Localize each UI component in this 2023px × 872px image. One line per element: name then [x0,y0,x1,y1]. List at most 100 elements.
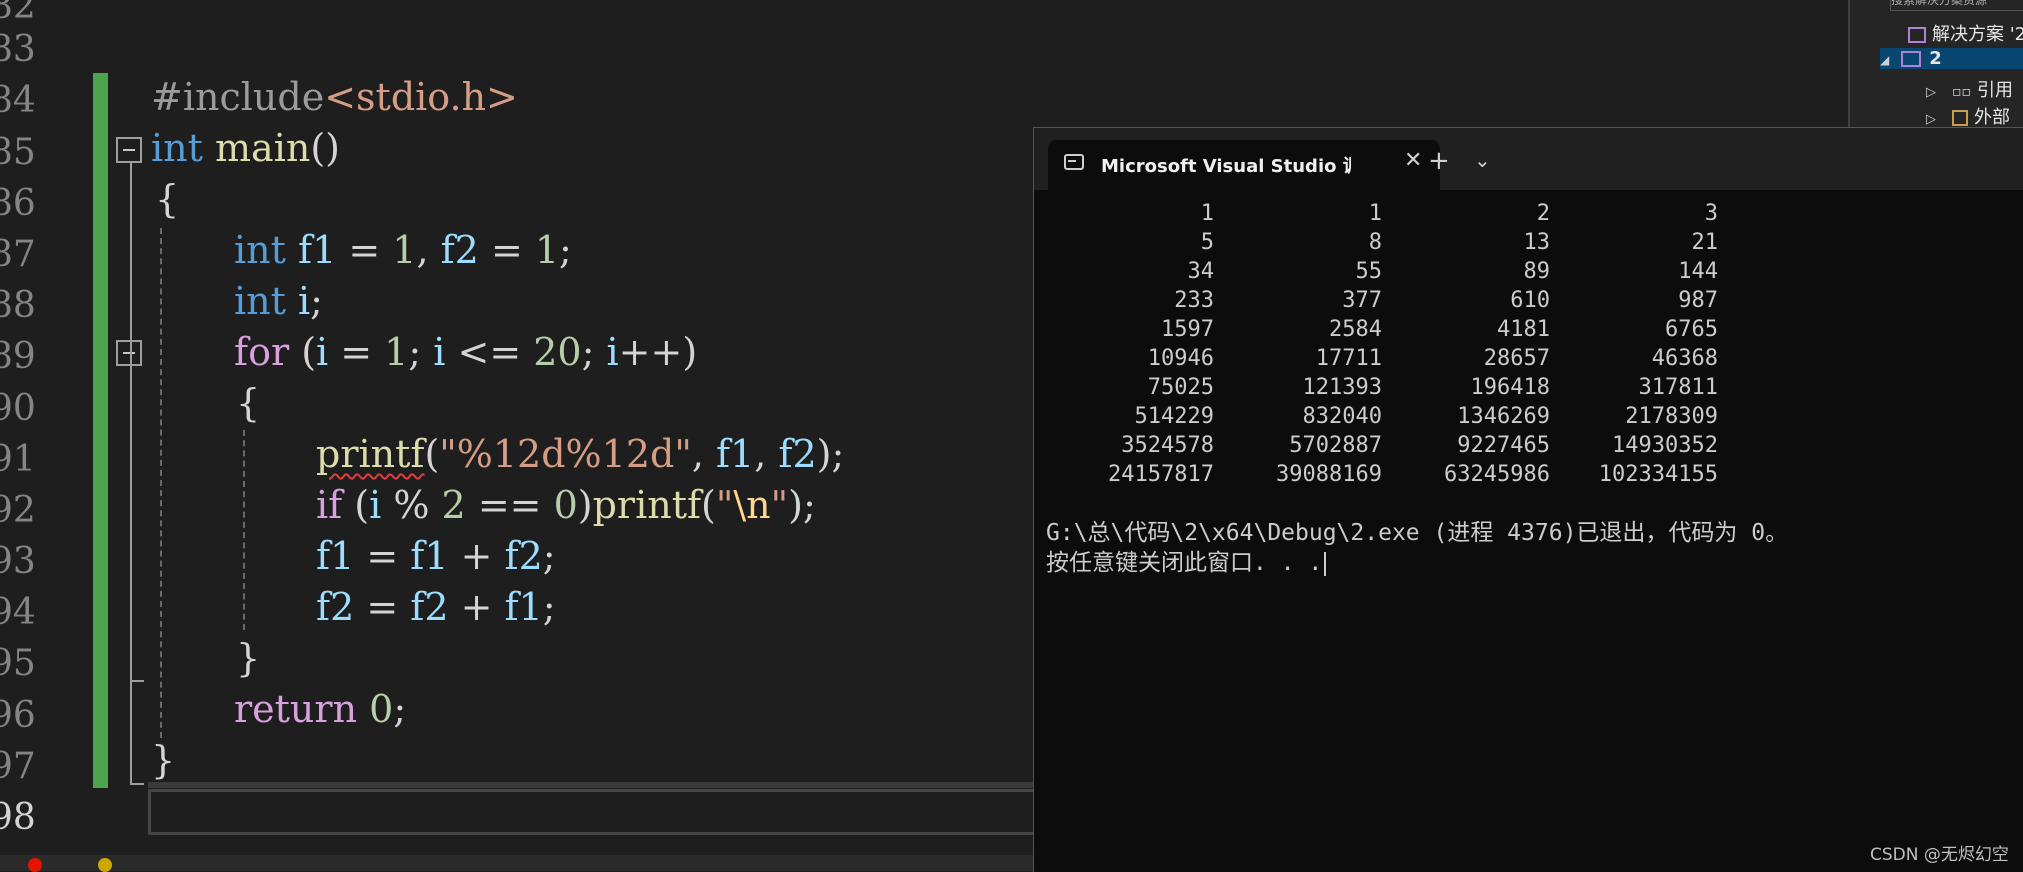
references-node[interactable]: ▷ ▫▫ 引用 [1926,76,2013,102]
console-output-cell: 46368 [1651,346,1718,371]
variable: f1 [504,585,543,629]
warning-icon[interactable] [98,858,112,872]
variable: i [433,330,446,374]
console-output-row: 24157817 39088169 63245986 102334155 [1046,460,1718,489]
console-output-cell: 89 [1523,259,1551,284]
console-output-cell: 514229 [1134,404,1214,429]
include-header: <stdio.h> [324,75,518,119]
punctuation: ; [542,534,556,578]
line-number: 91 [0,439,36,480]
debug-console-window[interactable]: Microsoft Visual Studio 调试控制台 ✕ + ⌄ 1123… [1033,127,2023,872]
collapse-triangle-icon: ▷ [1926,112,1936,127]
console-output-cell: 5702887 [1289,433,1382,458]
indent-guide [160,228,162,738]
operator: % [381,483,442,527]
console-titlebar[interactable]: Microsoft Visual Studio 调试控制台 ✕ [1034,128,2023,190]
console-output-cell: 28657 [1483,346,1550,371]
change-indicator-bar [93,73,108,788]
variable: f2 [410,585,449,629]
folder-icon [1952,110,1968,126]
fibonacci-output: 1 1 2 3 5 8 13 21 34 55 89 144 233 377 610 987 1597 2584 4… [1046,199,1718,489]
variable: f1 [410,534,449,578]
punctuation: ) [577,483,593,527]
punctuation: ; [542,585,556,629]
console-output-cell: 144 [1678,259,1718,284]
console-output-cell: 1346269 [1457,404,1550,429]
punctuation: () [310,126,340,170]
variable: i [316,330,329,374]
collapse-main-icon[interactable] [116,137,142,163]
variable: f2 [440,228,479,272]
code-line-printf: printf("%12d%12d", f1, f2); [316,429,844,480]
console-output-cell: 987 [1678,288,1718,313]
operator: + [448,534,505,578]
error-icon[interactable] [28,858,42,872]
console-output-row: 514229 832040 1346269 2178309 [1046,402,1718,431]
console-output-cell: 121393 [1302,375,1382,400]
console-tab[interactable]: Microsoft Visual Studio 调试控制台 ✕ [1048,140,1440,190]
operator: = [478,228,535,272]
console-output-cell: 63245986 [1444,462,1550,487]
punctuation: ; [408,330,434,374]
line-number: 94 [0,592,36,633]
code-line-return: return 0; [234,684,406,735]
solution-node[interactable]: 解决方案 '2' [1908,20,2023,46]
console-output-cell: 24157817 [1108,462,1214,487]
indent-guide [243,430,245,630]
console-output-cell: 610 [1510,288,1550,313]
console-exit-text: G:\总\代码\2\x64\Debug\2.exe (进程 4376)已退出，代… [1046,518,1788,578]
collapse-for-icon[interactable] [116,340,142,366]
console-output-cell: 233 [1174,288,1214,313]
console-output-cell: 2584 [1329,317,1382,342]
press-key-message: 按任意键关闭此窗口. . . [1046,550,1323,576]
operator: == [465,483,554,527]
console-output-cell: 21 [1691,230,1719,255]
operator: ++) [618,330,698,374]
keyword: int [151,126,203,170]
code-line-brace: } [236,636,261,680]
punctuation: ); [788,483,816,527]
number: 2 [441,483,466,527]
console-output-row: 34 55 89 144 [1046,257,1719,286]
console-output-row: 3524578 5702887 9227465 14930352 [1046,431,1718,460]
console-output-cell: 196418 [1470,375,1550,400]
variable: i [369,483,382,527]
close-tab-button[interactable]: ✕ [1404,148,1422,173]
console-output-row: 1597 2584 4181 6765 [1046,315,1718,344]
console-output-cell: 13 [1523,230,1551,255]
outline-guide-for-end [130,680,144,682]
string-literal: " [715,483,734,527]
project-icon [1901,51,1922,67]
console-output-cell: 3 [1704,201,1718,226]
watermark-text: CSDN @无烬幻空 [1870,845,2009,865]
exit-message: G:\总\代码\2\x64\Debug\2.exe (进程 4376)已退出，代… [1046,520,1789,546]
punctuation: , [691,432,716,476]
current-line-highlight[interactable] [148,789,1148,835]
function-name: printf [592,483,702,527]
references-icon: ▫▫ [1952,84,1971,100]
external-deps-node[interactable]: ▷ 外部 [1926,103,2010,129]
code-line-include: #include<stdio.h> [151,72,518,123]
number: 20 [533,330,582,374]
punctuation: ( [424,432,440,476]
console-output-cell: 2 [1536,201,1550,226]
line-number: 86 [0,183,36,224]
string-literal: "%12d%12d" [439,432,692,476]
code-line-for: for (i = 1; i <= 20; i++) [234,327,697,378]
line-number: 87 [0,234,36,275]
preprocessor-directive: #include [151,75,325,119]
code-line-decl-i: int i; [234,276,323,327]
code-line-brace: } [151,738,176,782]
tab-dropdown-button[interactable]: ⌄ [1474,148,1491,172]
number: 1 [534,228,560,272]
keyword: for [234,330,290,374]
console-output-row: 233 377 610 987 [1046,286,1718,315]
new-tab-button[interactable]: + [1428,146,1450,176]
horizontal-scrollbar[interactable] [148,782,1048,788]
variable: f1 [316,534,355,578]
project-node[interactable]: ◢ 2 [1880,48,2023,69]
console-output-cell: 377 [1342,288,1382,313]
console-output-cell: 34 [1187,259,1215,284]
punctuation: ; [581,330,607,374]
solution-search-input[interactable]: 搜索解决方案资源 [1890,0,2023,11]
